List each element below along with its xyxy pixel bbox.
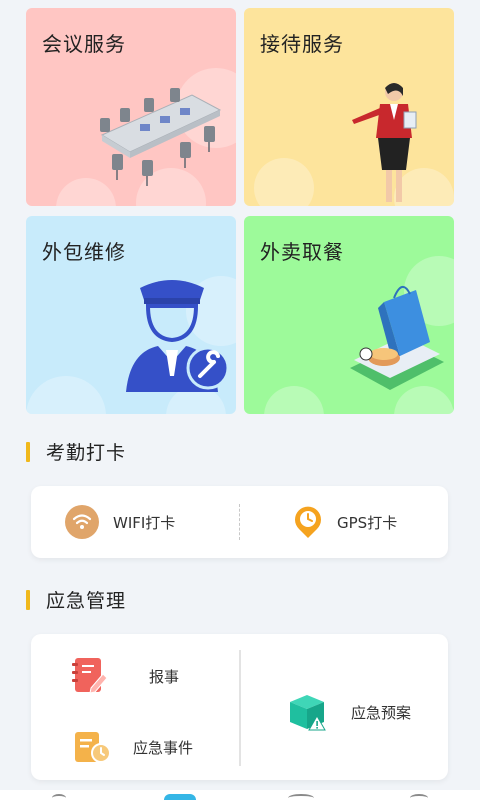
meeting-service-tile[interactable]: 会议服务	[26, 8, 236, 206]
notebook-pen-icon	[72, 658, 108, 694]
service-tab-icon[interactable]	[164, 794, 196, 800]
document-clock-icon	[75, 732, 111, 763]
meeting-service-title: 会议服务	[42, 32, 126, 56]
receptionist-illustration	[352, 83, 417, 202]
attendance-section-header: 考勤打卡	[26, 438, 126, 465]
repair-service-title: 外包维修	[42, 240, 126, 264]
takeout-service-title: 外卖取餐	[260, 240, 344, 264]
reception-service-tile[interactable]: 接待服务	[244, 8, 454, 206]
emergency-plan-button[interactable]: 应急预案	[287, 692, 411, 732]
wifi-checkin-label: WIFI打卡	[113, 513, 176, 532]
emergency-section-header: 应急管理	[26, 586, 126, 613]
attendance-section-title: 考勤打卡	[46, 442, 127, 464]
wifi-icon	[65, 505, 99, 539]
report-button[interactable]: 报事	[69, 656, 179, 696]
attendance-divider	[239, 504, 240, 540]
bottom-navigation	[0, 790, 480, 800]
repair-service-tile[interactable]: 外包维修	[26, 216, 236, 414]
emergency-event-label: 应急事件	[133, 738, 194, 757]
report-label: 报事	[149, 667, 180, 686]
repairman-illustration	[126, 280, 230, 392]
home-tab-icon[interactable]	[52, 794, 66, 800]
emergency-card: 报事 应急事件 应急预案	[31, 634, 448, 780]
gps-checkin-label: GPS打卡	[337, 513, 398, 532]
gps-checkin-button[interactable]: GPS打卡	[293, 486, 397, 558]
service-grid: 会议服务 接待服务 外包维修 外卖取餐	[26, 8, 456, 416]
message-tab-icon[interactable]	[288, 794, 314, 800]
wifi-checkin-button[interactable]: WIFI打卡	[65, 486, 175, 558]
section-accent-bar	[26, 589, 30, 610]
emergency-divider	[239, 650, 241, 766]
emergency-event-button[interactable]: 应急事件	[73, 730, 193, 764]
takeout-service-tile[interactable]: 外卖取餐	[244, 216, 454, 414]
attendance-card: WIFI打卡 GPS打卡	[31, 486, 448, 558]
clock-pin-icon	[295, 506, 321, 538]
takeout-bag-illustration	[350, 286, 444, 390]
emergency-section-title: 应急管理	[46, 590, 127, 612]
section-accent-bar	[26, 441, 30, 462]
meeting-table-illustration	[100, 88, 222, 186]
emergency-plan-label: 应急预案	[351, 703, 412, 722]
profile-tab-icon[interactable]	[410, 794, 428, 800]
box-warning-icon	[290, 695, 326, 731]
reception-service-title: 接待服务	[260, 32, 344, 56]
